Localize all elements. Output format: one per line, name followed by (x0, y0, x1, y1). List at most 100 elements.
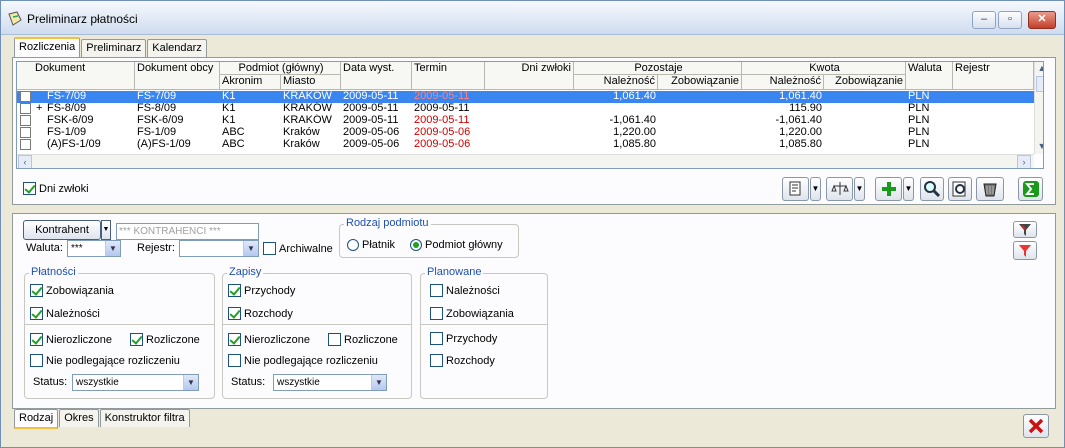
planowane-przychody-checkbox[interactable]: Przychody (430, 332, 497, 345)
maximize-button[interactable]: ▫ (998, 11, 1022, 29)
expand-icon[interactable]: + (36, 102, 46, 115)
col-pozostaje[interactable]: Pozostaje (574, 62, 742, 75)
tab-konstruktor-filtra[interactable]: Konstruktor filtra (99, 409, 190, 427)
print-button[interactable] (782, 177, 809, 201)
col-miasto[interactable]: Miasto (281, 75, 341, 90)
scroll-up-icon[interactable]: ▲ (1035, 62, 1043, 76)
checkbox-box[interactable] (30, 307, 43, 320)
tab-kalendarz[interactable]: Kalendarz (147, 39, 207, 57)
checkbox-box[interactable] (430, 307, 443, 320)
platnosci-status-select[interactable]: wszystkie ▼ (72, 374, 199, 391)
archiwalne-box[interactable] (263, 242, 276, 255)
platnosci-nierozliczone-checkbox[interactable]: Nierozliczone (30, 333, 112, 346)
zoom-button[interactable] (948, 177, 972, 201)
checkbox-box[interactable] (228, 333, 241, 346)
tab-rodzaj[interactable]: Rodzaj (14, 409, 59, 429)
cell-akronim: ABC (222, 138, 245, 150)
kontrahent-dropdown[interactable]: ▼ (101, 220, 111, 240)
row-checkbox[interactable] (20, 127, 31, 138)
archiwalne-checkbox[interactable]: Archiwalne (263, 242, 333, 255)
checkbox-box[interactable] (228, 284, 241, 297)
tab-okres[interactable]: Okres (59, 409, 99, 427)
main-window: Preliminarz płatności – ▫ ✕ Rozliczenia … (0, 0, 1065, 448)
rejestr-select[interactable]: ▼ (179, 240, 259, 257)
tab-rozliczenia[interactable]: Rozliczenia (14, 37, 81, 57)
planowane-rozchody-checkbox[interactable]: Rozchody (430, 354, 495, 367)
rejestr-label: Rejestr: (137, 242, 175, 254)
minimize-button[interactable]: – (972, 11, 996, 29)
documents-grid[interactable]: Dokument Dokument obcy Podmiot (główny) … (16, 61, 1044, 169)
col-rejestr[interactable]: Rejestr (953, 62, 1034, 90)
platnosci-naleznosci-checkbox[interactable]: Należności (30, 307, 100, 320)
platnik-radio[interactable]: Płatnik (347, 239, 395, 251)
row-checkbox[interactable] (20, 103, 31, 114)
checkbox-box[interactable] (228, 307, 241, 320)
podmiot-glowny-radio[interactable]: Podmiot główny (410, 239, 503, 251)
col-termin[interactable]: Termin (412, 62, 485, 90)
chevron-down-icon: ▼ (243, 241, 258, 256)
kontrahent-field[interactable]: *** KONTRAHENCI *** (116, 223, 259, 240)
col-pozostaje-zobowiazanie[interactable]: Zobowiązanie (658, 75, 742, 90)
checkbox-box[interactable] (30, 354, 43, 367)
col-dokument[interactable]: Dokument (17, 62, 135, 90)
podmiot-glowny-radio-button[interactable] (410, 239, 422, 251)
checkbox-box[interactable] (130, 333, 143, 346)
row-checkbox[interactable] (20, 115, 31, 126)
platnosci-rozliczone-checkbox[interactable]: Rozliczone (130, 333, 200, 346)
planowane-naleznosci-checkbox[interactable]: Należności (430, 284, 500, 297)
close-form-button[interactable] (1023, 414, 1049, 438)
planowane-zobowiazania-checkbox[interactable]: Zobowiązania (430, 307, 514, 320)
row-checkbox[interactable] (20, 91, 31, 102)
compare-button[interactable] (826, 177, 853, 201)
zapisy-rozchody-checkbox[interactable]: Rozchody (228, 307, 293, 320)
checkbox-box[interactable] (430, 284, 443, 297)
zapisy-przychody-checkbox[interactable]: Przychody (228, 284, 295, 297)
checkbox-box[interactable] (30, 284, 43, 297)
compare-dropdown[interactable]: ▼ (854, 177, 865, 201)
dni-zwloki-box[interactable] (23, 182, 36, 195)
row-checkbox[interactable] (20, 139, 31, 150)
zapisy-nie-podlegajace-checkbox[interactable]: Nie podlegające rozliczeniu (228, 354, 378, 367)
platnosci-nie-podlegajace-checkbox[interactable]: Nie podlegające rozliczeniu (30, 354, 180, 367)
filter-apply-button[interactable] (1013, 221, 1037, 238)
col-pozostaje-naleznosc[interactable]: Należność (574, 75, 658, 90)
col-kwota-zobowiazanie[interactable]: Zobowiązanie (824, 75, 906, 90)
checkbox-box[interactable] (328, 333, 341, 346)
zapisy-nierozliczone-checkbox[interactable]: Nierozliczone (228, 333, 310, 346)
add-button[interactable] (875, 177, 902, 201)
col-kwota-naleznosc[interactable]: Należność (742, 75, 824, 90)
col-akronim[interactable]: Akronim (220, 75, 281, 90)
scroll-left-icon[interactable]: ‹ (18, 155, 32, 168)
checkbox-box[interactable] (30, 333, 43, 346)
scroll-right-icon[interactable]: › (1017, 155, 1031, 168)
search-button[interactable] (920, 177, 944, 201)
filter-clear-button[interactable] (1013, 241, 1037, 260)
checkbox-box[interactable] (430, 332, 443, 345)
col-kwota[interactable]: Kwota (742, 62, 906, 75)
col-dokument-obcy[interactable]: Dokument obcy (135, 62, 220, 90)
zapisy-status-select[interactable]: wszystkie ▼ (273, 374, 387, 391)
col-data-wyst[interactable]: Data wyst. (341, 62, 412, 90)
col-waluta[interactable]: Waluta (906, 62, 953, 90)
sum-button[interactable] (1018, 177, 1043, 201)
add-dropdown[interactable]: ▼ (903, 177, 914, 201)
checkbox-box[interactable] (430, 354, 443, 367)
horizontal-scrollbar[interactable]: ‹ › (17, 154, 1034, 168)
kontrahent-button[interactable]: Kontrahent (23, 220, 101, 240)
col-podmiot[interactable]: Podmiot (główny) (220, 62, 341, 75)
zapisy-rozliczone-checkbox[interactable]: Rozliczone (328, 333, 398, 346)
scroll-down-icon[interactable]: ▼ (1035, 140, 1043, 154)
tab-preliminarz[interactable]: Preliminarz (81, 39, 147, 57)
vertical-scroll-thumb[interactable] (1036, 76, 1043, 92)
delete-button[interactable] (976, 177, 1004, 201)
print-dropdown[interactable]: ▼ (810, 177, 821, 201)
checkbox-box[interactable] (228, 354, 241, 367)
platnosci-zobowiazania-checkbox[interactable]: Zobowiązania (30, 284, 114, 297)
table-row[interactable]: (A)FS-1/09 (A)FS-1/09 ABC Kraków 2009-05-06 2… (17, 138, 1043, 151)
waluta-select[interactable]: *** ▼ (67, 240, 121, 257)
vertical-scrollbar[interactable]: ▲ ▼ (1034, 62, 1043, 154)
dni-zwloki-checkbox[interactable]: Dni zwłoki (23, 182, 89, 195)
platnik-radio-button[interactable] (347, 239, 359, 251)
close-window-button[interactable]: ✕ (1028, 11, 1056, 29)
col-dni-zwloki[interactable]: Dni zwłoki (485, 62, 574, 90)
